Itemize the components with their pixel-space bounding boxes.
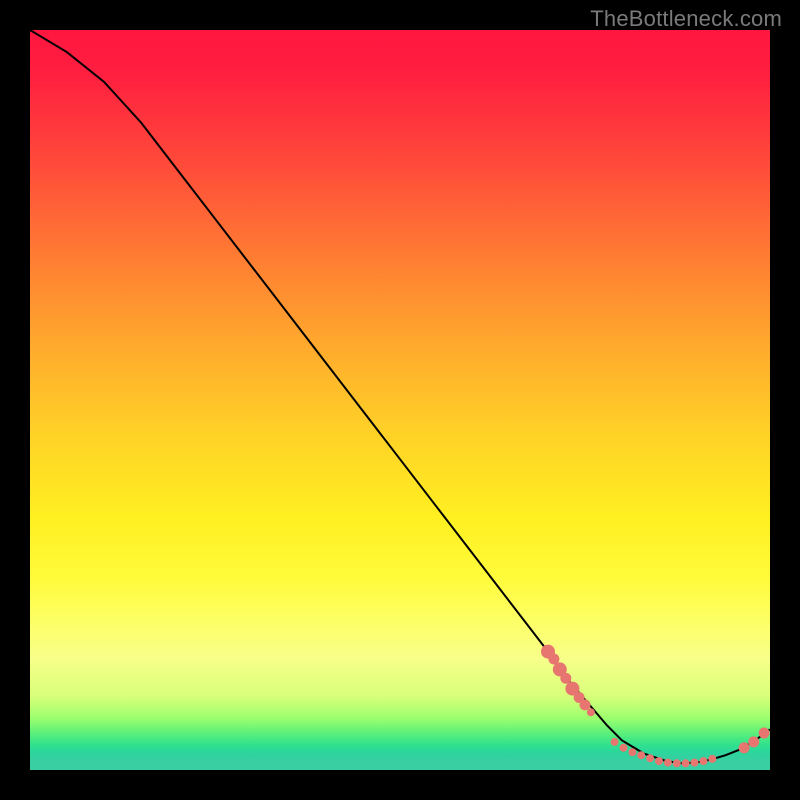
chart-overlay-svg: [30, 30, 770, 770]
scatter-dot: [699, 757, 707, 765]
bottleneck-curve: [30, 30, 770, 763]
scatter-dot: [580, 699, 591, 710]
scatter-dot: [637, 751, 645, 759]
scatter-dot: [759, 728, 770, 739]
watermark-text: TheBottleneck.com: [590, 6, 782, 32]
scatter-dot: [691, 759, 699, 767]
scatter-dot: [587, 708, 595, 716]
scatter-dot: [611, 738, 619, 746]
scatter-dot: [682, 759, 690, 767]
scatter-dot: [748, 736, 759, 747]
chart-frame: TheBottleneck.com: [0, 0, 800, 800]
scatter-dot: [620, 744, 628, 752]
scatter-dot: [673, 759, 681, 767]
scatter-dot: [628, 748, 636, 756]
scatter-dot: [664, 759, 672, 767]
scatter-dot: [708, 755, 716, 763]
scatter-dot: [655, 757, 663, 765]
scatter-dot: [646, 754, 654, 762]
scatter-dot-group: [541, 645, 770, 768]
scatter-dot: [739, 742, 750, 753]
scatter-dot: [560, 673, 571, 684]
